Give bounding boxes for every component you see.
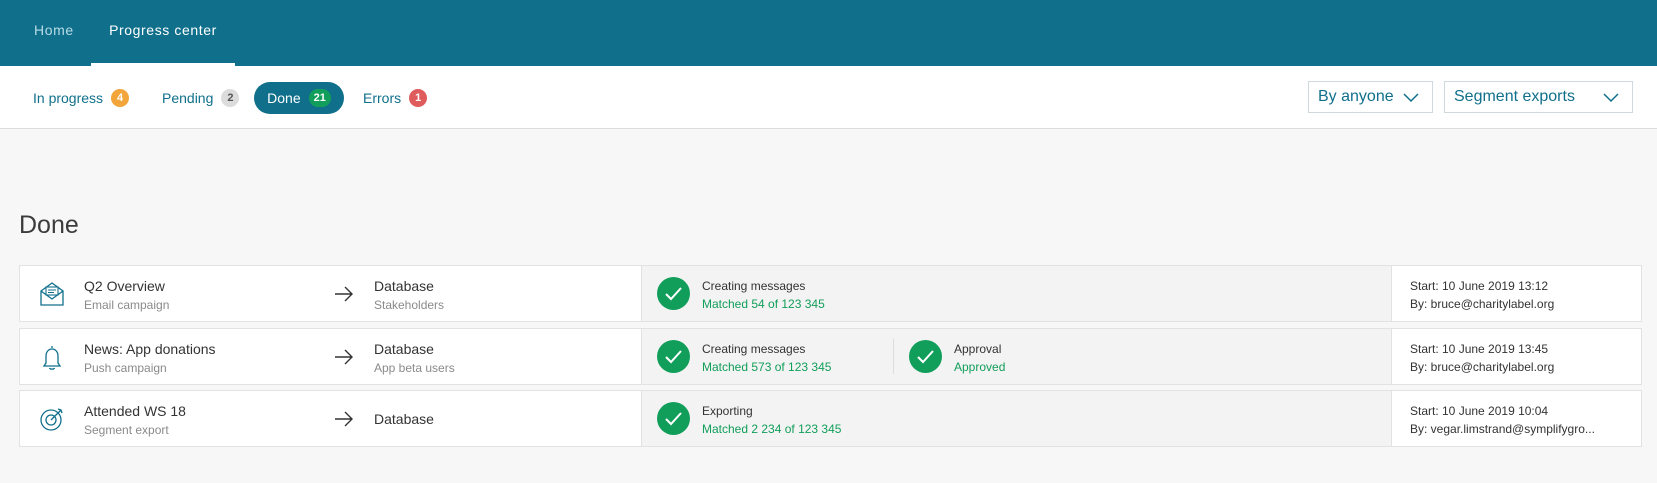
destination-sub: Stakeholders bbox=[374, 298, 445, 312]
started-by: By: bruce@charitylabel.org bbox=[1410, 297, 1555, 311]
status-panel: Creating messages Matched 573 of 123 345… bbox=[641, 329, 1392, 384]
check-circle-icon bbox=[909, 340, 942, 373]
chevron-down-icon bbox=[1403, 93, 1419, 103]
destination-name: Database bbox=[374, 411, 434, 427]
arrow-right-icon bbox=[335, 411, 353, 427]
check-circle-icon bbox=[657, 277, 690, 310]
section-title: Done bbox=[19, 211, 79, 239]
step-value: Matched 573 of 123 345 bbox=[702, 360, 832, 374]
arrow-right-icon bbox=[335, 286, 353, 302]
email-icon bbox=[40, 282, 64, 306]
step-label: Creating messages bbox=[702, 342, 806, 356]
step-value: Matched 54 of 123 345 bbox=[702, 297, 825, 311]
tab-label: Done bbox=[267, 90, 301, 106]
step-divider bbox=[893, 339, 894, 374]
destination-sub: App beta users bbox=[374, 361, 455, 375]
tab-in-progress[interactable]: In progress 4 bbox=[33, 82, 130, 114]
task-name: Attended WS 18 bbox=[84, 403, 186, 419]
dropdown-value: Segment exports bbox=[1454, 88, 1575, 105]
task-row[interactable]: Attended WS 18 Segment export Database E… bbox=[19, 390, 1642, 447]
nav-progress-center[interactable]: Progress center bbox=[91, 0, 235, 66]
count-badge: 2 bbox=[221, 89, 240, 107]
start-time: Start: 10 June 2019 13:12 bbox=[1410, 279, 1549, 293]
filter-bar: In progress 4 Pending 2 Done 21 Errors 1… bbox=[0, 66, 1657, 129]
task-name: Q2 Overview bbox=[84, 278, 165, 294]
chevron-down-icon bbox=[1603, 93, 1619, 103]
count-badge: 21 bbox=[308, 89, 331, 107]
destination-name: Database bbox=[374, 278, 434, 294]
task-row[interactable]: Q2 Overview Email campaign Database Stak… bbox=[19, 265, 1642, 322]
count-badge: 1 bbox=[409, 89, 428, 107]
owner-filter-dropdown[interactable]: By anyone bbox=[1308, 81, 1433, 113]
tab-done[interactable]: Done 21 bbox=[254, 82, 344, 114]
status-panel: Creating messages Matched 54 of 123 345 bbox=[641, 266, 1392, 321]
nav-home[interactable]: Home bbox=[34, 0, 74, 66]
started-by: By: vegar.limstrand@symplifygro... bbox=[1410, 422, 1595, 436]
started-by: By: bruce@charitylabel.org bbox=[1410, 360, 1555, 374]
top-navigation: Home Progress center bbox=[0, 0, 1657, 66]
start-time: Start: 10 June 2019 10:04 bbox=[1410, 404, 1549, 418]
start-time: Start: 10 June 2019 13:45 bbox=[1410, 342, 1549, 356]
step-label: Exporting bbox=[702, 404, 753, 418]
count-badge: 4 bbox=[111, 89, 130, 107]
arrow-right-icon bbox=[335, 349, 353, 365]
tab-label: Errors bbox=[363, 90, 402, 106]
task-row[interactable]: News: App donations Push campaign Databa… bbox=[19, 328, 1642, 385]
task-type: Push campaign bbox=[84, 361, 167, 375]
dropdown-value: By anyone bbox=[1318, 88, 1394, 105]
target-icon bbox=[40, 408, 63, 431]
tab-label: In progress bbox=[33, 90, 104, 106]
step-value: Approved bbox=[954, 360, 1006, 374]
task-name: News: App donations bbox=[84, 341, 216, 357]
step-label: Creating messages bbox=[702, 279, 806, 293]
tab-label: Pending bbox=[162, 90, 214, 106]
tab-pending[interactable]: Pending 2 bbox=[162, 82, 240, 114]
status-panel: Exporting Matched 2 234 of 123 345 bbox=[641, 391, 1392, 446]
task-type: Email campaign bbox=[84, 298, 170, 312]
bell-icon bbox=[42, 346, 62, 370]
destination-name: Database bbox=[374, 341, 434, 357]
task-type: Segment export bbox=[84, 423, 169, 437]
check-circle-icon bbox=[657, 402, 690, 435]
step-value: Matched 2 234 of 123 345 bbox=[702, 422, 842, 436]
type-filter-dropdown[interactable]: Segment exports bbox=[1444, 81, 1633, 113]
tab-errors[interactable]: Errors 1 bbox=[363, 82, 428, 114]
step-label: Approval bbox=[954, 342, 1002, 356]
check-circle-icon bbox=[657, 340, 690, 373]
